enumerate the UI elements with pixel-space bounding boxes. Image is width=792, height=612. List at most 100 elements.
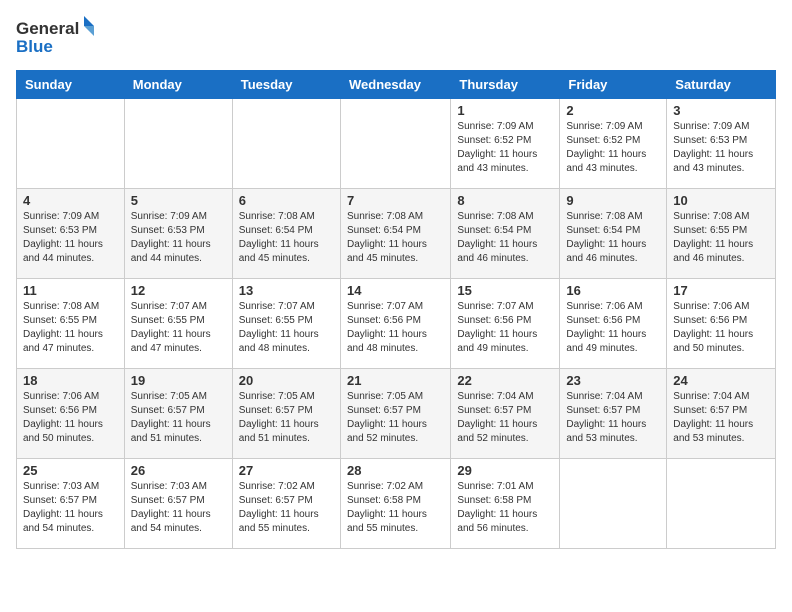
- day-number: 15: [457, 283, 553, 298]
- logo-svg: GeneralBlue: [16, 16, 96, 58]
- calendar-cell: 10 Sunrise: 7:08 AM Sunset: 6:55 PM Dayli…: [667, 189, 776, 279]
- calendar-header-row: SundayMondayTuesdayWednesdayThursdayFrid…: [17, 71, 776, 99]
- calendar-cell: 24 Sunrise: 7:04 AM Sunset: 6:57 PM Dayli…: [667, 369, 776, 459]
- calendar-day-header: Wednesday: [340, 71, 450, 99]
- day-info: Sunrise: 7:07 AM Sunset: 6:55 PM Dayligh…: [131, 300, 226, 356]
- day-number: 29: [457, 463, 553, 478]
- day-info: Sunrise: 7:03 AM Sunset: 6:57 PM Dayligh…: [23, 480, 118, 536]
- calendar-cell: 15 Sunrise: 7:07 AM Sunset: 6:56 PM Dayli…: [451, 279, 560, 369]
- day-number: 8: [457, 193, 553, 208]
- calendar-day-header: Monday: [124, 71, 232, 99]
- day-info: Sunrise: 7:04 AM Sunset: 6:57 PM Dayligh…: [457, 390, 553, 446]
- day-info: Sunrise: 7:01 AM Sunset: 6:58 PM Dayligh…: [457, 480, 553, 536]
- calendar-cell: [667, 459, 776, 549]
- day-info: Sunrise: 7:04 AM Sunset: 6:57 PM Dayligh…: [566, 390, 660, 446]
- day-number: 19: [131, 373, 226, 388]
- calendar-week-row: 1 Sunrise: 7:09 AM Sunset: 6:52 PM Daylig…: [17, 99, 776, 189]
- day-number: 14: [347, 283, 444, 298]
- calendar-cell: [232, 99, 340, 189]
- calendar-day-header: Saturday: [667, 71, 776, 99]
- day-number: 2: [566, 103, 660, 118]
- day-info: Sunrise: 7:08 AM Sunset: 6:55 PM Dayligh…: [23, 300, 118, 356]
- calendar-cell: 8 Sunrise: 7:08 AM Sunset: 6:54 PM Daylig…: [451, 189, 560, 279]
- day-info: Sunrise: 7:06 AM Sunset: 6:56 PM Dayligh…: [23, 390, 118, 446]
- day-number: 10: [673, 193, 769, 208]
- calendar-cell: 17 Sunrise: 7:06 AM Sunset: 6:56 PM Dayli…: [667, 279, 776, 369]
- calendar-day-header: Friday: [560, 71, 667, 99]
- calendar-cell: 22 Sunrise: 7:04 AM Sunset: 6:57 PM Dayli…: [451, 369, 560, 459]
- calendar-cell: 1 Sunrise: 7:09 AM Sunset: 6:52 PM Daylig…: [451, 99, 560, 189]
- day-info: Sunrise: 7:04 AM Sunset: 6:57 PM Dayligh…: [673, 390, 769, 446]
- day-info: Sunrise: 7:08 AM Sunset: 6:55 PM Dayligh…: [673, 210, 769, 266]
- day-info: Sunrise: 7:02 AM Sunset: 6:58 PM Dayligh…: [347, 480, 444, 536]
- calendar-cell: 27Sunrise: 7:02 AM Sunset: 6:57 PM Dayli…: [232, 459, 340, 549]
- day-info: Sunrise: 7:07 AM Sunset: 6:55 PM Dayligh…: [239, 300, 334, 356]
- calendar-cell: 29 Sunrise: 7:01 AM Sunset: 6:58 PM Dayli…: [451, 459, 560, 549]
- calendar-cell: 9 Sunrise: 7:08 AM Sunset: 6:54 PM Daylig…: [560, 189, 667, 279]
- calendar-week-row: 18 Sunrise: 7:06 AM Sunset: 6:56 PM Dayli…: [17, 369, 776, 459]
- calendar-cell: 2 Sunrise: 7:09 AM Sunset: 6:52 PM Daylig…: [560, 99, 667, 189]
- day-number: 1: [457, 103, 553, 118]
- day-number: 12: [131, 283, 226, 298]
- day-number: 24: [673, 373, 769, 388]
- day-info: Sunrise: 7:09 AM Sunset: 6:52 PM Dayligh…: [566, 120, 660, 176]
- calendar-cell: 19Sunrise: 7:05 AM Sunset: 6:57 PM Dayli…: [124, 369, 232, 459]
- calendar-cell: 7Sunrise: 7:08 AM Sunset: 6:54 PM Daylig…: [340, 189, 450, 279]
- day-info: Sunrise: 7:09 AM Sunset: 6:53 PM Dayligh…: [673, 120, 769, 176]
- day-number: 6: [239, 193, 334, 208]
- day-number: 17: [673, 283, 769, 298]
- svg-text:Blue: Blue: [16, 37, 53, 56]
- calendar-cell: [17, 99, 125, 189]
- day-number: 4: [23, 193, 118, 208]
- day-number: 18: [23, 373, 118, 388]
- day-info: Sunrise: 7:02 AM Sunset: 6:57 PM Dayligh…: [239, 480, 334, 536]
- day-number: 16: [566, 283, 660, 298]
- calendar-cell: 14Sunrise: 7:07 AM Sunset: 6:56 PM Dayli…: [340, 279, 450, 369]
- day-number: 20: [239, 373, 334, 388]
- day-info: Sunrise: 7:05 AM Sunset: 6:57 PM Dayligh…: [347, 390, 444, 446]
- calendar-body: 1 Sunrise: 7:09 AM Sunset: 6:52 PM Daylig…: [17, 99, 776, 549]
- logo: GeneralBlue: [16, 16, 96, 58]
- day-info: Sunrise: 7:06 AM Sunset: 6:56 PM Dayligh…: [673, 300, 769, 356]
- calendar-cell: [124, 99, 232, 189]
- calendar-cell: 6Sunrise: 7:08 AM Sunset: 6:54 PM Daylig…: [232, 189, 340, 279]
- calendar-day-header: Sunday: [17, 71, 125, 99]
- day-info: Sunrise: 7:06 AM Sunset: 6:56 PM Dayligh…: [566, 300, 660, 356]
- day-number: 13: [239, 283, 334, 298]
- calendar-cell: 5Sunrise: 7:09 AM Sunset: 6:53 PM Daylig…: [124, 189, 232, 279]
- day-number: 22: [457, 373, 553, 388]
- calendar-week-row: 25 Sunrise: 7:03 AM Sunset: 6:57 PM Dayli…: [17, 459, 776, 549]
- day-info: Sunrise: 7:03 AM Sunset: 6:57 PM Dayligh…: [131, 480, 226, 536]
- calendar-day-header: Tuesday: [232, 71, 340, 99]
- calendar-table: SundayMondayTuesdayWednesdayThursdayFrid…: [16, 70, 776, 549]
- calendar-cell: 23 Sunrise: 7:04 AM Sunset: 6:57 PM Dayli…: [560, 369, 667, 459]
- calendar-cell: 28Sunrise: 7:02 AM Sunset: 6:58 PM Dayli…: [340, 459, 450, 549]
- day-info: Sunrise: 7:05 AM Sunset: 6:57 PM Dayligh…: [239, 390, 334, 446]
- calendar-cell: 4 Sunrise: 7:09 AM Sunset: 6:53 PM Daylig…: [17, 189, 125, 279]
- calendar-cell: 25 Sunrise: 7:03 AM Sunset: 6:57 PM Dayli…: [17, 459, 125, 549]
- day-info: Sunrise: 7:07 AM Sunset: 6:56 PM Dayligh…: [457, 300, 553, 356]
- calendar-cell: 11Sunrise: 7:08 AM Sunset: 6:55 PM Dayli…: [17, 279, 125, 369]
- calendar-week-row: 11Sunrise: 7:08 AM Sunset: 6:55 PM Dayli…: [17, 279, 776, 369]
- day-number: 7: [347, 193, 444, 208]
- calendar-cell: 12 Sunrise: 7:07 AM Sunset: 6:55 PM Dayli…: [124, 279, 232, 369]
- day-number: 25: [23, 463, 118, 478]
- day-info: Sunrise: 7:09 AM Sunset: 6:53 PM Dayligh…: [23, 210, 118, 266]
- day-info: Sunrise: 7:08 AM Sunset: 6:54 PM Dayligh…: [457, 210, 553, 266]
- calendar-day-header: Thursday: [451, 71, 560, 99]
- calendar-cell: 13 Sunrise: 7:07 AM Sunset: 6:55 PM Dayli…: [232, 279, 340, 369]
- day-number: 23: [566, 373, 660, 388]
- day-info: Sunrise: 7:09 AM Sunset: 6:52 PM Dayligh…: [457, 120, 553, 176]
- page-header: GeneralBlue: [16, 16, 776, 58]
- calendar-week-row: 4 Sunrise: 7:09 AM Sunset: 6:53 PM Daylig…: [17, 189, 776, 279]
- calendar-cell: [340, 99, 450, 189]
- day-number: 5: [131, 193, 226, 208]
- day-number: 9: [566, 193, 660, 208]
- day-number: 21: [347, 373, 444, 388]
- calendar-cell: 18 Sunrise: 7:06 AM Sunset: 6:56 PM Dayli…: [17, 369, 125, 459]
- calendar-cell: [560, 459, 667, 549]
- calendar-cell: 20 Sunrise: 7:05 AM Sunset: 6:57 PM Dayli…: [232, 369, 340, 459]
- calendar-cell: 16 Sunrise: 7:06 AM Sunset: 6:56 PM Dayli…: [560, 279, 667, 369]
- calendar-cell: 3Sunrise: 7:09 AM Sunset: 6:53 PM Daylig…: [667, 99, 776, 189]
- day-info: Sunrise: 7:08 AM Sunset: 6:54 PM Dayligh…: [566, 210, 660, 266]
